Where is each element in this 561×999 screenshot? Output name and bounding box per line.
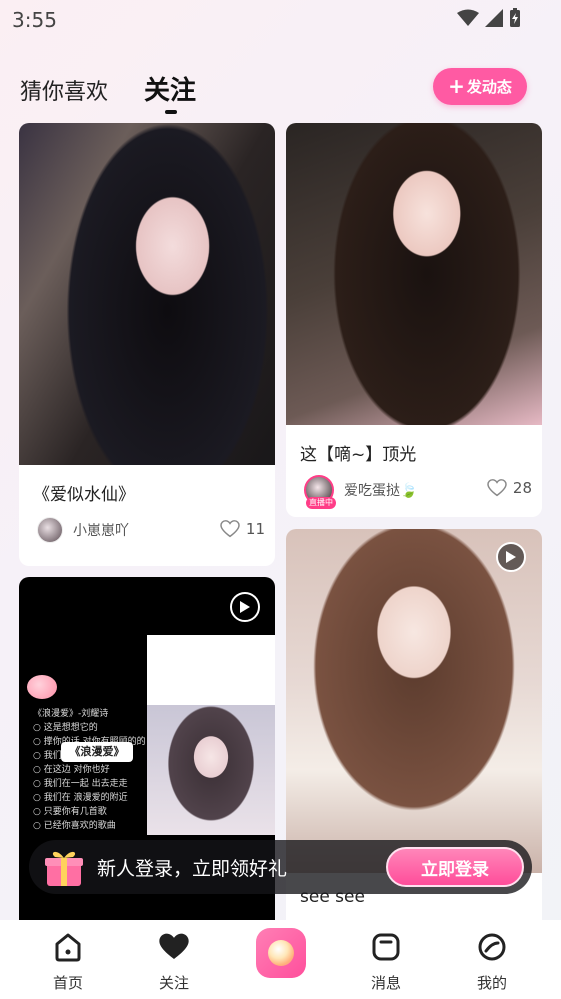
camera-center-button[interactable] [256,928,306,978]
nav-label: 消息 [370,974,401,992]
lyric-line: ○ 只要你有几首歌 [33,807,107,817]
avatar [37,517,63,543]
status-icons [457,8,521,28]
message-icon [372,933,400,961]
live-badge: 直播中 [306,497,336,509]
like-button[interactable]: 28 [487,479,532,497]
gift-icon [45,851,83,886]
banner-text: 新人登录，立即领好礼 [97,858,288,880]
card-title: 这【嘀~】顶光 [300,445,417,465]
signal-icon [485,9,503,27]
nav-item-messages[interactable]: 消息 [351,930,421,993]
lyric-line: ○ 我们在 浪漫爱的附近 [33,793,128,803]
nav-label: 首页 [52,974,83,992]
heart-outline-icon [487,479,507,497]
heart-outline-icon [220,520,240,538]
lyric-line: 《浪漫爱》-刘耀诗 [33,709,109,719]
lyric-line: ○ 这是想想它的 [33,723,98,733]
status-time: 3:55 [12,8,57,32]
heart-icon [159,933,189,959]
home-icon [55,933,81,962]
card-image [147,705,275,835]
card-image [286,529,542,873]
nav-item-profile[interactable]: 我的 [457,930,527,993]
card-author[interactable]: 直播中 爱吃蛋挞🍃 [304,475,418,509]
author-name: 爱吃蛋挞🍃 [344,483,418,499]
feed-card[interactable]: 《爱似水仙》 小崽崽吖 11 [19,123,275,566]
lyric-line: ○ 我们在一起 出去走走 [33,779,128,789]
play-icon[interactable] [230,592,260,622]
feed-card[interactable]: 这【嘀~】顶光 直播中 爱吃蛋挞🍃 28 [286,123,542,517]
like-button[interactable]: 11 [220,520,265,538]
bottom-nav: 首页 关注 消息 我的 [0,920,561,999]
wifi-icon [457,9,479,26]
author-name: 小崽崽吖 [73,523,129,539]
nav-label: 我的 [476,974,507,992]
card-author[interactable]: 小崽崽吖 [37,517,129,543]
profile-icon [478,933,506,961]
post-status-label: 发动态 [466,78,512,96]
tab-following[interactable]: 关注 [144,70,196,107]
new-user-login-banner[interactable]: 新人登录，立即领好礼 立即登录 [29,840,532,894]
play-icon[interactable] [496,542,526,572]
plus-icon: + [448,73,465,98]
post-status-button[interactable]: + 发动态 [433,68,527,105]
peach-sticker-icon [27,675,57,699]
battery-icon [510,8,520,27]
card-image [286,123,542,425]
nav-item-following[interactable]: 关注 [139,930,209,993]
active-tab-indicator [165,110,177,114]
card-image [19,123,275,465]
avatar: 直播中 [304,475,336,509]
status-bar: 3:55 [0,0,561,40]
like-count: 28 [512,479,532,497]
lyric-line: ○ 在这边 对你也好 [33,765,110,775]
lyric-line: ○ 已经你喜欢的歌曲 [33,821,116,831]
card-image-blank [147,635,275,705]
camera-center-icon [268,940,294,966]
tab-guess-you-like[interactable]: 猜你喜欢 [20,74,108,106]
nav-item-home[interactable]: 首页 [33,930,103,993]
like-count: 11 [245,520,265,538]
lyrics-list: 《浪漫爱》-刘耀诗 ○ 这是想想它的 ○ 撑你的话 对你有照顾的的 ○ 我们的用… [33,707,146,833]
song-title-sticker: 《浪漫爱》 [61,742,133,762]
login-now-button[interactable]: 立即登录 [386,847,524,887]
nav-label: 关注 [158,974,189,992]
card-title: 《爱似水仙》 [33,485,135,505]
